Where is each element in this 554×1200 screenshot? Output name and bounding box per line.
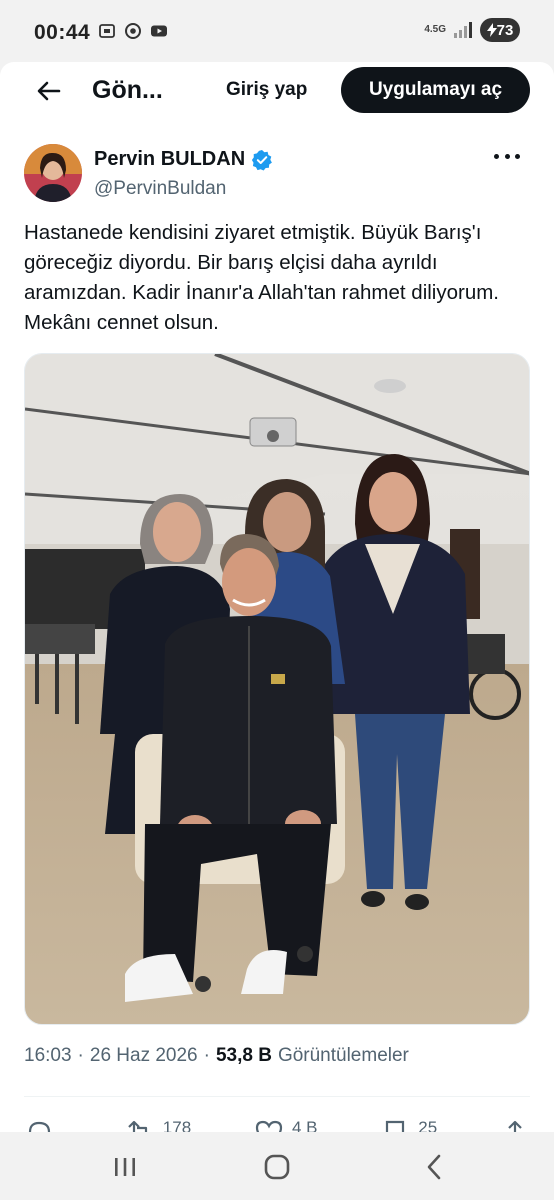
- share-button[interactable]: [500, 1118, 530, 1132]
- top-header: Gön... Giriş yap Uygulamayı aç: [0, 62, 554, 118]
- divider: [24, 1096, 530, 1097]
- author-name[interactable]: Pervin BULDAN: [94, 148, 245, 171]
- like-button[interactable]: 4 B: [254, 1118, 318, 1132]
- app-frame: Gön... Giriş yap Uygulamayı aç Pervin BU…: [0, 62, 554, 1132]
- status-system-icons: 4.5G 73: [424, 18, 520, 42]
- status-bar: 00:44 4.5G 73: [0, 0, 554, 62]
- battery-charging-icon: [486, 23, 497, 37]
- battery-percent: 73: [496, 21, 514, 39]
- views-label: Görüntülemeler: [277, 1045, 409, 1066]
- tweet-photo[interactable]: [24, 353, 530, 1025]
- author-handle[interactable]: @PervinBuldan: [94, 178, 226, 200]
- recent-apps-icon[interactable]: [110, 1152, 140, 1182]
- status-notification-icons: [98, 22, 168, 40]
- battery-indicator: 73: [480, 18, 520, 42]
- screenshot-icon: [99, 24, 115, 38]
- more-options-icon[interactable]: [494, 146, 520, 166]
- tweet-date[interactable]: 26 Haz 2026: [90, 1045, 198, 1067]
- verified-badge-icon: [252, 149, 273, 170]
- retweet-icon: [128, 1120, 147, 1132]
- chrome-icon: [125, 23, 141, 39]
- action-bar: 178 4 B 25: [24, 1118, 530, 1132]
- share-icon: [508, 1120, 522, 1132]
- retweet-count: 178: [162, 1118, 192, 1132]
- meta-separator: ·: [77, 1045, 84, 1066]
- heart-icon: [255, 1120, 283, 1132]
- bookmark-count: 25: [418, 1118, 438, 1132]
- bookmark-icon: [386, 1120, 405, 1132]
- home-icon[interactable]: [262, 1152, 292, 1182]
- login-button[interactable]: Giriş yap: [226, 79, 307, 101]
- tweet-time[interactable]: 16:03: [24, 1045, 72, 1067]
- arrow-left-icon[interactable]: [32, 74, 66, 108]
- retweet-button[interactable]: 178: [125, 1118, 191, 1132]
- tweet-text: Hastanede kendisini ziyaret etmiştik. Bü…: [24, 221, 505, 334]
- tweet-card: Gön... Giriş yap Uygulamayı aç Pervin BU…: [0, 62, 554, 1132]
- signal-icon: [454, 22, 472, 38]
- like-count: 4 B: [291, 1118, 318, 1132]
- page-title: Gön...: [92, 76, 163, 104]
- avatar[interactable]: [24, 144, 82, 202]
- views-count: 53,8 B: [215, 1045, 272, 1066]
- author-name-row[interactable]: Pervin BULDAN: [94, 148, 273, 171]
- reply-button[interactable]: [24, 1118, 62, 1132]
- meta-separator: ·: [203, 1045, 210, 1066]
- system-nav-bar: [0, 1132, 554, 1200]
- network-label: 4.5G: [424, 24, 446, 35]
- open-app-button[interactable]: Uygulamayı aç: [341, 67, 530, 113]
- youtube-icon: [151, 25, 167, 37]
- tweet-meta: 16:03 · 26 Haz 2026 · 53,8 B Görüntüleme…: [24, 1045, 409, 1067]
- back-nav-icon[interactable]: [420, 1152, 450, 1182]
- reply-icon: [28, 1121, 51, 1132]
- status-time: 00:44: [34, 21, 91, 44]
- bookmark-button[interactable]: 25: [380, 1118, 437, 1132]
